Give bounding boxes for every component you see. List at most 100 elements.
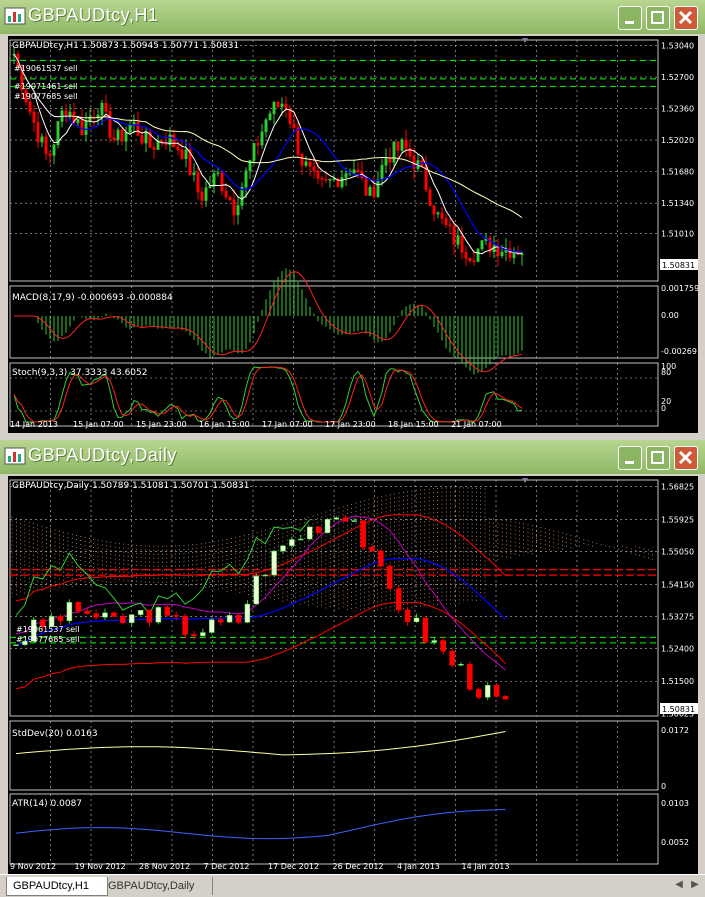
candle-body	[452, 225, 456, 245]
maximize-button[interactable]	[646, 446, 670, 470]
candle-body	[100, 102, 104, 116]
time-axis-label: 16 Jan 15:00	[199, 420, 250, 429]
candle-body	[308, 161, 312, 167]
candle-body	[458, 663, 464, 666]
close-button[interactable]	[674, 6, 698, 30]
candle-body	[180, 149, 184, 159]
maximize-button[interactable]	[646, 6, 670, 30]
minimize-button[interactable]	[618, 6, 642, 30]
candle-body	[84, 610, 90, 614]
tab-gbpaud-daily[interactable]: GBPAUDtcy,Daily	[102, 877, 213, 895]
candle-body	[172, 134, 176, 147]
candle-body	[68, 111, 72, 116]
price-tick-label: 1.52020	[661, 136, 694, 145]
candle-body	[224, 190, 228, 198]
candle-body	[449, 650, 455, 666]
candle-body	[120, 129, 124, 142]
order-label[interactable]: #19071461 sell	[14, 82, 78, 91]
candle-body	[460, 235, 464, 253]
candle-body	[276, 102, 280, 108]
candle-body	[480, 240, 484, 249]
h1-chart-svg[interactable]: GBPAUDtcy,H1 1.50873 1.50945 1.50771 1.5…	[8, 36, 698, 433]
candle-body	[192, 172, 196, 176]
candle-body	[93, 613, 99, 618]
candle-body	[235, 615, 242, 623]
candle-body	[512, 251, 516, 258]
candle-body	[413, 617, 420, 623]
candle-body	[196, 172, 200, 193]
candle-body	[112, 137, 116, 140]
tab-gbpaud-h1[interactable]: GBPAUDtcy,H1	[6, 877, 108, 896]
current-price: 1.50831	[662, 705, 695, 714]
candle-body	[342, 517, 349, 522]
candle-body	[260, 131, 264, 146]
candle-body	[351, 520, 357, 522]
scroll-left-icon[interactable]: ◀	[672, 878, 686, 892]
window-title-bar[interactable]: GBPAUDtcy,Daily	[0, 440, 705, 474]
candle-body	[296, 127, 300, 155]
price-tick-label: 1.52400	[661, 644, 694, 653]
order-label[interactable]: #19077685 sell	[14, 92, 78, 101]
candle-body	[228, 196, 232, 201]
order-label[interactable]: #19077685 sell	[16, 635, 80, 644]
ma-magenta-line	[15, 515, 506, 671]
candle-body	[306, 526, 313, 540]
chart-app-icon	[4, 7, 26, 25]
price-tick-label: 1.51680	[661, 168, 694, 177]
price-tick-label: 1.56825	[661, 482, 694, 491]
candle-body	[472, 260, 476, 262]
candle-body	[428, 189, 432, 206]
time-axis-label: 9 Nov 2012	[10, 862, 56, 871]
close-button[interactable]	[674, 446, 698, 470]
stddev-tick-label: 0.0172	[661, 726, 689, 735]
candle-body	[380, 165, 384, 180]
order-label[interactable]: #19061537 sell	[14, 64, 78, 73]
price-tick-label: 1.52360	[661, 105, 694, 114]
candle-body	[204, 187, 208, 201]
window-title-bar[interactable]: GBPAUDtcy,H1	[0, 0, 705, 34]
chart-canvas-daily[interactable]: GBPAUDtcy,Daily 1.50789 1.51081 1.50701 …	[8, 476, 698, 874]
scroll-right-icon[interactable]: ▶	[688, 878, 702, 892]
candle-body	[256, 142, 260, 146]
price-tick-label: 1.51010	[661, 230, 694, 239]
candle-body	[116, 129, 120, 140]
candle-body	[432, 205, 436, 215]
stoch-tick-label: 0	[661, 404, 666, 413]
minimize-button[interactable]	[618, 446, 642, 470]
candle-body	[476, 248, 480, 262]
order-label[interactable]: #19061537 sell	[16, 625, 80, 634]
candle-body	[422, 617, 429, 643]
time-axis-label: 21 Jan 07:00	[451, 420, 502, 429]
candle-body	[184, 149, 188, 159]
candle-body	[52, 144, 56, 156]
chart-window-daily[interactable]: GBPAUDtcy,Daily GBPAUDtcy,Daily 1.50789 …	[0, 440, 705, 874]
price-tick-label: 1.53040	[661, 42, 694, 51]
candle-body	[292, 123, 296, 128]
candle-body	[400, 139, 404, 151]
time-axis-label: 7 Dec 2012	[204, 862, 250, 871]
candle-body	[324, 178, 328, 181]
candle-body	[57, 616, 64, 622]
candle-body	[304, 161, 308, 166]
candle-body	[300, 154, 304, 166]
candle-body	[156, 140, 160, 150]
candle-body	[252, 142, 256, 161]
candle-body	[48, 153, 52, 156]
time-axis-label: 4 Jan 2013	[397, 862, 440, 871]
candle-body	[395, 588, 402, 611]
candle-body	[152, 147, 156, 150]
candle-body	[80, 119, 84, 135]
candle-body	[404, 139, 408, 149]
chart-canvas-h1[interactable]: GBPAUDtcy,H1 1.50873 1.50945 1.50771 1.5…	[8, 36, 698, 433]
time-axis-label: 14 Jan 2013	[462, 862, 510, 871]
candle-body	[344, 173, 348, 178]
candle-body	[315, 526, 322, 534]
candle-body	[284, 103, 288, 110]
time-axis-label: 17 Dec 2012	[268, 862, 319, 871]
candle-body	[200, 191, 204, 201]
time-axis-label: 19 Nov 2012	[75, 862, 126, 871]
chart-window-h1[interactable]: GBPAUDtcy,H1 GBPAUDtcy,H1 1.50873 1.5094…	[0, 0, 705, 437]
candle-body	[312, 166, 316, 172]
daily-chart-svg[interactable]: GBPAUDtcy,Daily 1.50789 1.51081 1.50701 …	[8, 476, 698, 874]
time-axis-label: 14 Jan 2013	[10, 420, 58, 429]
